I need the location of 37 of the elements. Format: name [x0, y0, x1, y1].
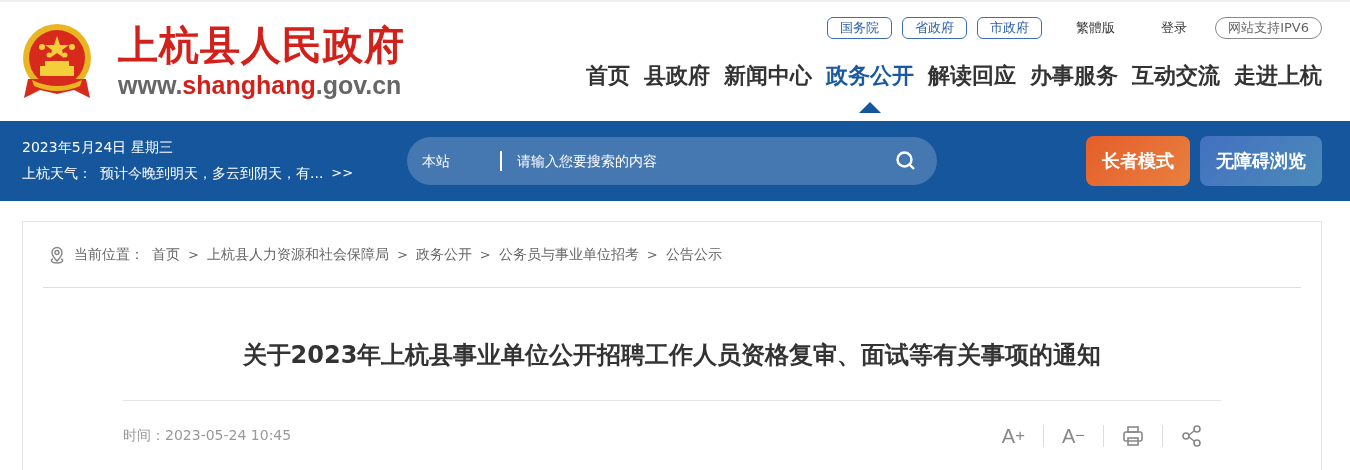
breadcrumb-label: 当前位置：: [74, 245, 144, 264]
breadcrumb-link[interactable]: 政务公开: [415, 245, 472, 264]
print-icon: [1122, 424, 1144, 447]
nav-item[interactable]: 新闻中心: [724, 61, 812, 91]
top-link[interactable]: 登录: [1149, 18, 1200, 38]
top-link[interactable]: 国务院: [827, 17, 893, 39]
chevron-separator: >: [479, 247, 491, 262]
chevron-separator: >: [188, 247, 199, 262]
search-icon[interactable]: [895, 150, 917, 172]
nav-item[interactable]: 互动交流: [1132, 61, 1220, 91]
chevron-separator: >: [646, 247, 658, 262]
mode-button[interactable]: 无障碍浏览: [1200, 136, 1322, 186]
nav-item[interactable]: 县政府: [644, 61, 710, 91]
location-pin-icon: [48, 245, 66, 264]
weather-text: 预计今晚到明天，多云到阴天，有...: [100, 165, 324, 183]
more-link[interactable]: >>: [331, 165, 354, 183]
search-scope[interactable]: 本站: [422, 151, 502, 171]
date-text: 2023年5月24日 星期三: [22, 139, 173, 157]
article-title: 关于2023年上杭县事业单位公开招聘工作人员资格复审、面试等有关事项的通知: [241, 340, 1103, 371]
publish-time: 时间：2023-05-24 10:45: [123, 426, 292, 445]
breadcrumb-link[interactable]: 公告公示: [665, 245, 722, 264]
breadcrumb-link[interactable]: 上杭县人力资源和社会保障局: [206, 245, 389, 264]
site-title: 上杭县人民政府: [118, 25, 405, 65]
site-url: www.shanghang.gov.cn: [118, 71, 403, 100]
top-link[interactable]: 繁體版: [1064, 18, 1128, 38]
breadcrumb-link[interactable]: 公务员与事业单位招考: [498, 245, 639, 264]
weather-label: 上杭天气：: [22, 165, 92, 183]
top-link[interactable]: 市政府: [977, 17, 1043, 39]
nav-item[interactable]: 解读回应: [928, 61, 1016, 91]
nav-item[interactable]: 首页: [586, 61, 630, 91]
search-field[interactable]: 本站 请输入您要搜索的内容: [407, 137, 937, 185]
breadcrumb-link[interactable]: 首页: [152, 245, 180, 264]
nav-item[interactable]: 办事服务: [1030, 61, 1118, 91]
nav-item[interactable]: 走进上杭: [1234, 61, 1322, 91]
share-icon: [1181, 424, 1203, 447]
chevron-separator: >: [396, 247, 408, 262]
top-link[interactable]: 省政府: [902, 17, 968, 39]
